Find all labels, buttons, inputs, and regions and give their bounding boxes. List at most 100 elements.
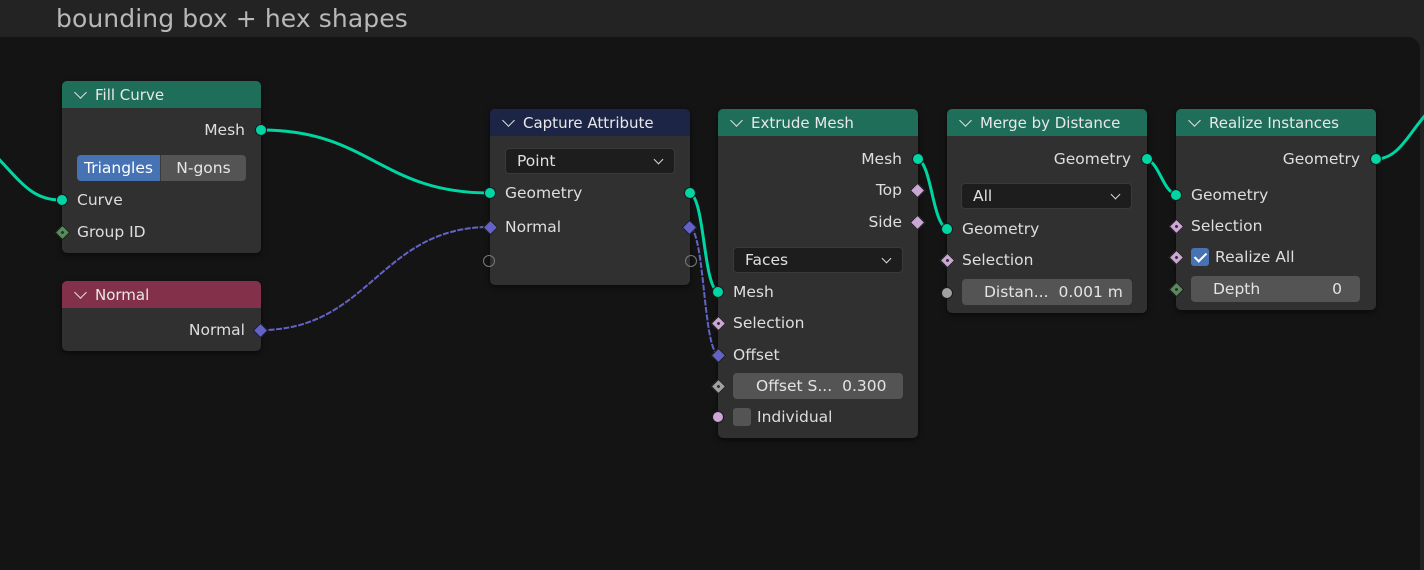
item-normal: Normal: [482, 215, 698, 239]
node-header[interactable]: Realize Instances: [1176, 109, 1376, 136]
integer-socket-icon[interactable]: [54, 224, 71, 241]
socket-label: Normal: [505, 218, 562, 236]
checkbox-label: Realize All: [1215, 248, 1295, 266]
node-title: Fill Curve: [95, 85, 165, 104]
input-offset: Offset: [710, 343, 918, 367]
input-curve: Curve: [56, 188, 261, 212]
depth-field[interactable]: Depth 0: [1191, 276, 1360, 302]
vector-socket-icon[interactable]: [681, 219, 698, 236]
chevron-down-icon: [1110, 189, 1121, 200]
empty-socket-icon[interactable]: [483, 255, 495, 267]
link-extrude-to-merge[interactable]: [917, 157, 948, 231]
node-header[interactable]: Normal: [62, 281, 261, 308]
socket-label: Mesh: [861, 150, 902, 168]
node-header[interactable]: Capture Attribute: [490, 109, 690, 136]
boolean-socket-icon[interactable]: [939, 252, 956, 269]
output-geometry: Geometry: [947, 147, 1153, 171]
float-socket-icon[interactable]: [710, 378, 727, 395]
geometry-socket-icon[interactable]: [1370, 153, 1382, 165]
boolean-socket-icon[interactable]: [909, 214, 926, 231]
node-header[interactable]: Extrude Mesh: [718, 109, 918, 136]
geometry-socket-icon[interactable]: [56, 194, 68, 206]
vector-socket-icon[interactable]: [252, 322, 269, 339]
geometry-socket-icon[interactable]: [712, 286, 724, 298]
geometry-socket-icon[interactable]: [484, 187, 496, 199]
node-title: Merge by Distance: [980, 113, 1121, 132]
node-title: Normal: [95, 285, 150, 304]
node-capture-attribute[interactable]: Capture Attribute Point Geometry Normal: [482, 109, 698, 285]
dropdown-value: Point: [517, 152, 556, 170]
collapse-chevron-icon[interactable]: [959, 113, 972, 127]
socket-label: Geometry: [1053, 150, 1131, 168]
geometry-socket-icon[interactable]: [255, 124, 267, 136]
integer-socket-icon[interactable]: [1168, 281, 1185, 298]
input-selection: Selection: [939, 248, 1147, 272]
collapse-chevron-icon[interactable]: [74, 285, 87, 299]
node-title: Capture Attribute: [523, 113, 654, 132]
node-extrude-mesh[interactable]: Extrude Mesh Mesh Top Side Faces Mesh Se…: [710, 109, 926, 438]
frame-label[interactable]: bounding box + hex shapes: [56, 4, 408, 33]
socket-label: Curve: [77, 191, 123, 209]
boolean-socket-icon[interactable]: [1168, 249, 1185, 266]
socket-label: Selection: [733, 314, 805, 332]
realize-all-checkbox[interactable]: [1191, 248, 1209, 266]
chevron-down-icon: [881, 253, 892, 264]
link-capture-to-extrude-mesh[interactable]: [688, 191, 720, 294]
output-normal: Normal: [62, 318, 269, 342]
socket-label: Geometry: [1282, 150, 1360, 168]
collapse-chevron-icon[interactable]: [74, 85, 87, 99]
input-selection: Selection: [1168, 214, 1376, 238]
boolean-socket-icon[interactable]: [1168, 218, 1185, 235]
vector-socket-icon[interactable]: [710, 347, 727, 364]
mode-dropdown[interactable]: Faces: [733, 247, 903, 273]
individual-checkbox[interactable]: [733, 408, 751, 426]
link-fillcurve-to-capture[interactable]: [260, 128, 491, 195]
boolean-socket-icon[interactable]: [710, 315, 727, 332]
socket-label: Selection: [1191, 217, 1263, 235]
mode-option-ngons[interactable]: N-gons: [161, 155, 246, 181]
dropdown-value: Faces: [745, 251, 789, 269]
input-geometry: Geometry: [1170, 183, 1376, 207]
field-label: Depth: [1213, 280, 1261, 298]
socket-label: Mesh: [733, 283, 774, 301]
offset-scale-field[interactable]: Offset S... 0.300: [733, 373, 903, 399]
geometry-socket-icon[interactable]: [1141, 153, 1153, 165]
mode-dropdown[interactable]: All: [961, 183, 1132, 209]
domain-dropdown[interactable]: Point: [505, 148, 675, 174]
distance-field[interactable]: Distan... 0.001 m: [962, 279, 1132, 305]
input-selection: Selection: [710, 311, 918, 335]
input-group-id: Group ID: [54, 220, 261, 244]
output-mesh: Mesh: [62, 118, 267, 142]
geometry-socket-icon[interactable]: [912, 153, 924, 165]
collapse-chevron-icon[interactable]: [502, 113, 515, 127]
node-realize-instances[interactable]: Realize Instances Geometry Geometry Sele…: [1168, 109, 1382, 310]
boolean-socket-icon[interactable]: [712, 411, 724, 423]
frame-corner: [1406, 37, 1420, 51]
node-header[interactable]: Fill Curve: [62, 81, 261, 108]
output-side: Side: [718, 210, 926, 234]
collapse-chevron-icon[interactable]: [730, 113, 743, 127]
dropdown-value: All: [973, 187, 993, 205]
checkbox-label: Individual: [757, 408, 833, 426]
node-header[interactable]: Merge by Distance: [947, 109, 1147, 136]
collapse-chevron-icon[interactable]: [1188, 113, 1201, 127]
node-merge-by-distance[interactable]: Merge by Distance Geometry All Geometry …: [939, 109, 1153, 313]
node-fill-curve[interactable]: Fill Curve Mesh Triangles N-gons Curve G…: [54, 81, 267, 253]
link-curve-input[interactable]: [0, 150, 62, 202]
geometry-socket-icon[interactable]: [1170, 189, 1182, 201]
mode-selector[interactable]: Triangles N-gons: [77, 155, 246, 181]
geometry-socket-icon[interactable]: [941, 223, 953, 235]
socket-label: Group ID: [77, 223, 146, 241]
node-normal[interactable]: Normal Normal: [62, 281, 269, 351]
boolean-socket-icon[interactable]: [909, 182, 926, 199]
float-socket-icon[interactable]: [941, 287, 953, 299]
socket-label: Offset: [733, 346, 780, 364]
socket-label: Geometry: [1191, 186, 1269, 204]
link-normal-to-capture[interactable]: [260, 226, 491, 331]
vector-socket-icon[interactable]: [482, 219, 499, 236]
mode-option-triangles[interactable]: Triangles: [77, 155, 161, 181]
geometry-socket-icon[interactable]: [684, 187, 696, 199]
link-realize-output[interactable]: [1375, 110, 1424, 161]
socket-label: Selection: [962, 251, 1034, 269]
empty-socket-icon[interactable]: [685, 255, 697, 267]
